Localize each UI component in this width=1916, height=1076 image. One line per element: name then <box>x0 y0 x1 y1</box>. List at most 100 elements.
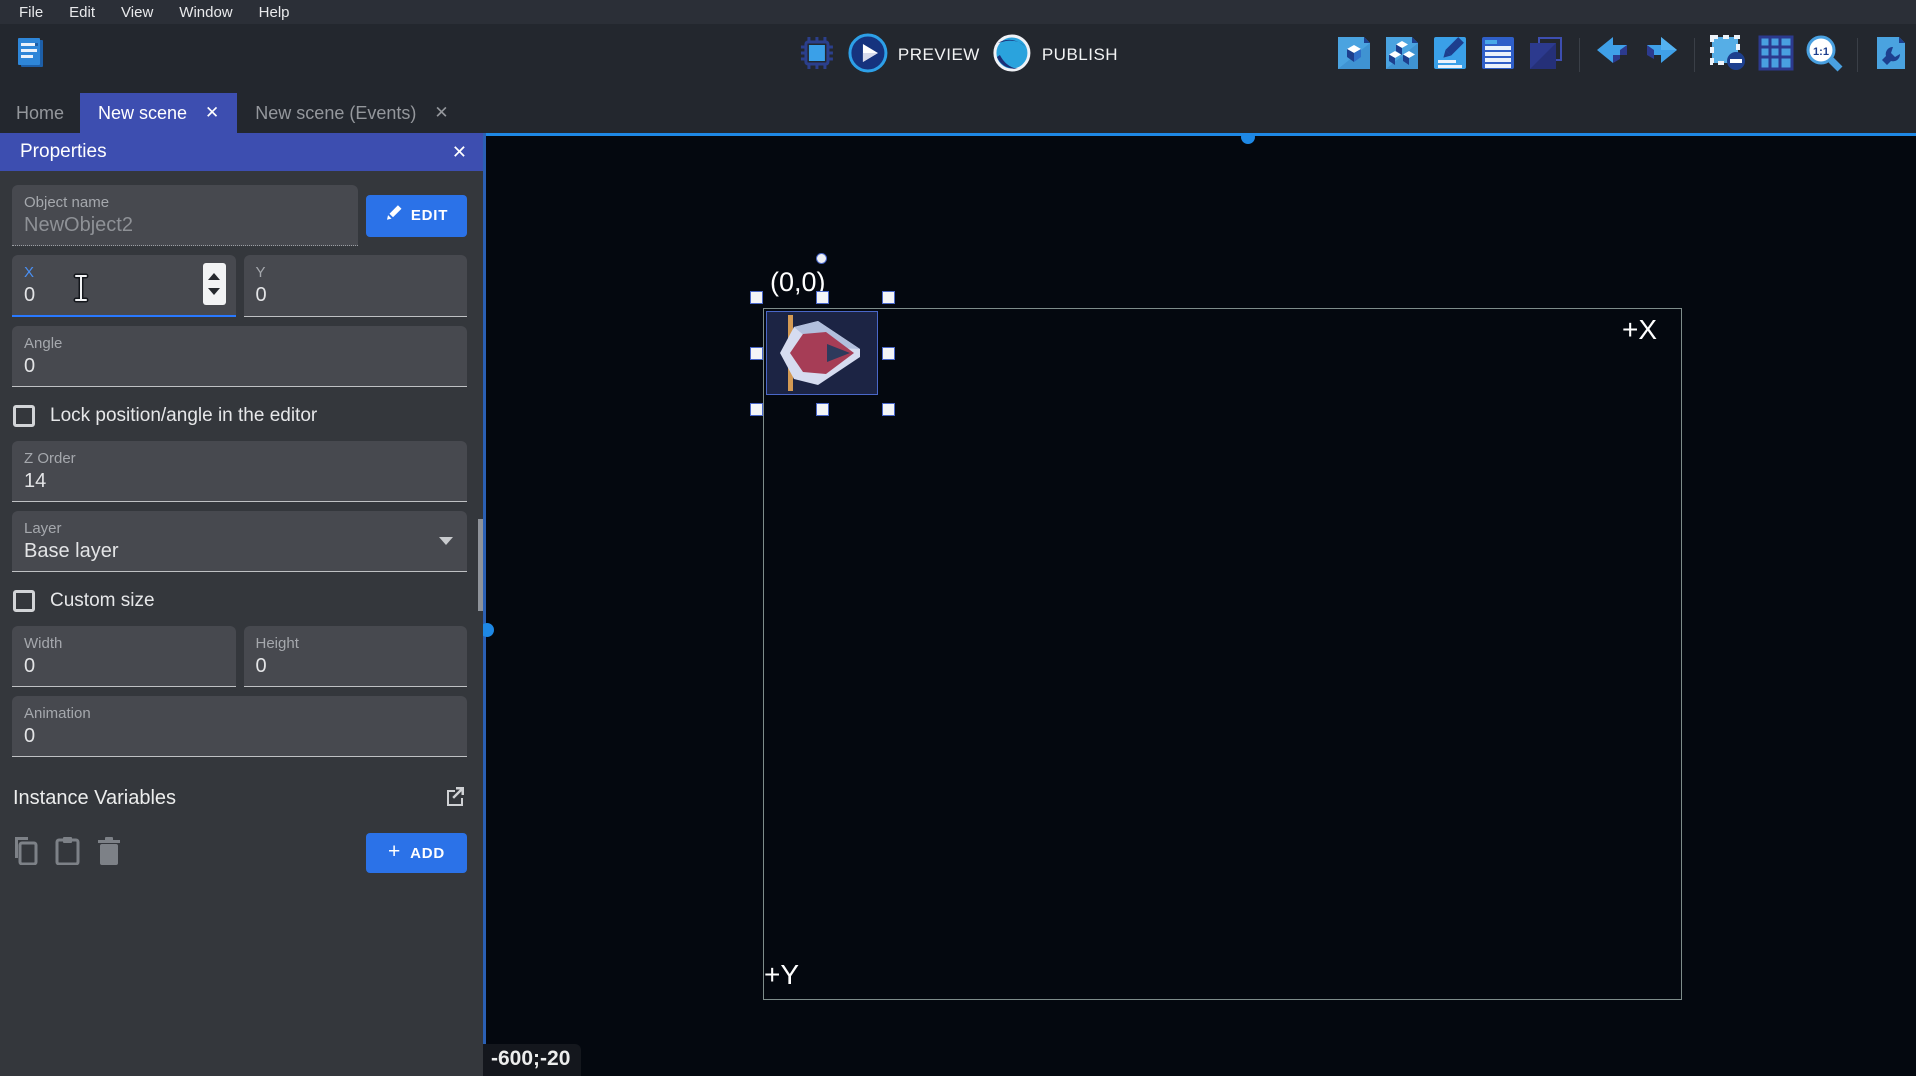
object-name-field: Object name NewObject2 <box>12 185 358 246</box>
menu-edit[interactable]: Edit <box>56 2 108 23</box>
z-order-value: 14 <box>24 468 455 494</box>
stepper-down-icon[interactable] <box>208 288 220 295</box>
height-field[interactable]: Height 0 <box>244 626 468 687</box>
menu-view[interactable]: View <box>108 2 166 23</box>
zoom-1-1-icon: 1:1 <box>1805 34 1843 77</box>
vertical-scrollbar[interactable] <box>483 133 486 1076</box>
preview-label: PREVIEW <box>898 45 980 65</box>
selection-handle-bottom-right[interactable] <box>882 403 895 416</box>
animation-label: Animation <box>24 704 455 723</box>
scene-window-frame <box>763 308 1682 1000</box>
instances-list-button[interactable] <box>1479 36 1517 74</box>
properties-title: Properties <box>20 141 107 163</box>
publish-globe-icon <box>992 33 1032 78</box>
layer-label: Layer <box>24 519 455 538</box>
objects-groups-icon <box>1384 35 1420 76</box>
redo-arrow-icon <box>1641 35 1681 76</box>
horizontal-scrollbar[interactable] <box>483 133 1916 136</box>
layer-value: Base layer <box>24 538 455 564</box>
horizontal-scrollbar-thumb[interactable] <box>1241 133 1255 144</box>
custom-size-checkbox[interactable] <box>13 590 35 612</box>
edit-pencil-icon <box>1432 35 1468 76</box>
instances-list-icon <box>1480 35 1516 76</box>
deselect-icon <box>1709 34 1747 77</box>
edit-object-button[interactable]: EDIT <box>366 195 467 237</box>
rotation-handle[interactable] <box>816 253 827 264</box>
layers-button[interactable] <box>1527 36 1565 74</box>
deselect-button[interactable] <box>1709 36 1747 74</box>
tab-new-scene-events[interactable]: New scene (Events) ✕ <box>237 93 466 133</box>
edit-button-label: EDIT <box>411 207 448 224</box>
angle-field-value: 0 <box>24 353 455 379</box>
svg-text:1:1: 1:1 <box>1813 46 1829 58</box>
selection-handle-top-right[interactable] <box>882 291 895 304</box>
properties-panel: Properties ✕ Object name NewObject2 EDIT <box>0 133 483 1076</box>
zoom-reset-button[interactable]: 1:1 <box>1805 36 1843 74</box>
grid-button[interactable] <box>1757 36 1795 74</box>
stepper-up-icon[interactable] <box>208 273 220 280</box>
plus-x-axis-label: +X <box>1622 314 1657 346</box>
custom-size-row: Custom size <box>13 585 467 617</box>
plus-icon: + <box>388 840 401 864</box>
layer-select[interactable]: Layer Base layer <box>12 511 467 572</box>
editor-tabs: Home New scene ✕ New scene (Events) ✕ <box>0 86 1916 133</box>
add-object-button[interactable] <box>1335 36 1373 74</box>
add-object-icon <box>1336 35 1372 76</box>
angle-field-label: Angle <box>24 334 455 353</box>
tab-new-scene[interactable]: New scene ✕ <box>80 93 237 133</box>
menu-help[interactable]: Help <box>246 2 303 23</box>
open-in-new-icon[interactable] <box>443 784 467 813</box>
selection-handle-top-center[interactable] <box>816 291 829 304</box>
copy-icon[interactable] <box>13 837 38 870</box>
tab-close-icon[interactable]: ✕ <box>434 103 448 123</box>
editor-settings-button[interactable] <box>1872 36 1910 74</box>
toolbar-separator <box>1857 38 1858 72</box>
height-value: 0 <box>256 653 456 679</box>
z-order-field[interactable]: Z Order 14 <box>12 441 467 502</box>
layers-icon <box>1528 35 1564 76</box>
close-panel-icon[interactable]: ✕ <box>452 142 467 163</box>
menu-window[interactable]: Window <box>166 2 245 23</box>
delete-trash-icon[interactable] <box>97 837 121 870</box>
selection-handle-top-left[interactable] <box>750 291 763 304</box>
selection-handle-bottom-center[interactable] <box>816 403 829 416</box>
animation-field[interactable]: Animation 0 <box>12 696 467 757</box>
width-field[interactable]: Width 0 <box>12 626 236 687</box>
wrench-icon <box>1873 35 1909 76</box>
undo-button[interactable] <box>1594 36 1632 74</box>
scene-canvas[interactable]: (0,0) +X +Y <box>483 133 1916 1076</box>
tab-close-icon[interactable]: ✕ <box>205 103 219 123</box>
selection-handle-mid-right[interactable] <box>882 347 895 360</box>
chevron-down-icon[interactable] <box>439 537 453 545</box>
tab-home[interactable]: Home <box>0 93 80 133</box>
y-field-label: Y <box>256 263 456 282</box>
debugger-button[interactable] <box>798 36 836 74</box>
undo-arrow-icon <box>1593 35 1633 76</box>
edit-scene-properties-button[interactable] <box>1431 36 1469 74</box>
preview-play-icon <box>848 33 888 78</box>
number-stepper[interactable] <box>203 263 226 305</box>
preview-button[interactable]: PREVIEW <box>848 33 980 78</box>
object-name-value: NewObject2 <box>24 212 346 238</box>
y-position-field[interactable]: Y 0 <box>244 255 468 317</box>
object-name-label: Object name <box>24 193 346 212</box>
x-position-field[interactable]: X 0 <box>12 255 236 317</box>
main-toolbar: PREVIEW PUBLISH <box>0 24 1916 86</box>
menu-file[interactable]: File <box>6 2 56 23</box>
lock-position-checkbox[interactable] <box>13 405 35 427</box>
add-variable-button[interactable]: + ADD <box>366 833 467 873</box>
redo-button[interactable] <box>1642 36 1680 74</box>
objects-groups-button[interactable] <box>1383 36 1421 74</box>
selection-handle-mid-left[interactable] <box>750 347 763 360</box>
paste-icon[interactable] <box>55 837 80 870</box>
selected-sprite-instance[interactable] <box>766 311 878 395</box>
vertical-scrollbar-thumb[interactable] <box>483 623 494 637</box>
angle-field[interactable]: Angle 0 <box>12 326 467 387</box>
project-manager-button[interactable] <box>12 36 50 74</box>
plus-y-axis-label: +Y <box>764 959 799 991</box>
selection-handle-bottom-left[interactable] <box>750 403 763 416</box>
gdevelop-window: File Edit View Window Help <box>0 0 1916 1076</box>
tab-label: Home <box>16 103 64 124</box>
custom-size-label: Custom size <box>50 590 155 612</box>
publish-button[interactable]: PUBLISH <box>992 33 1118 78</box>
